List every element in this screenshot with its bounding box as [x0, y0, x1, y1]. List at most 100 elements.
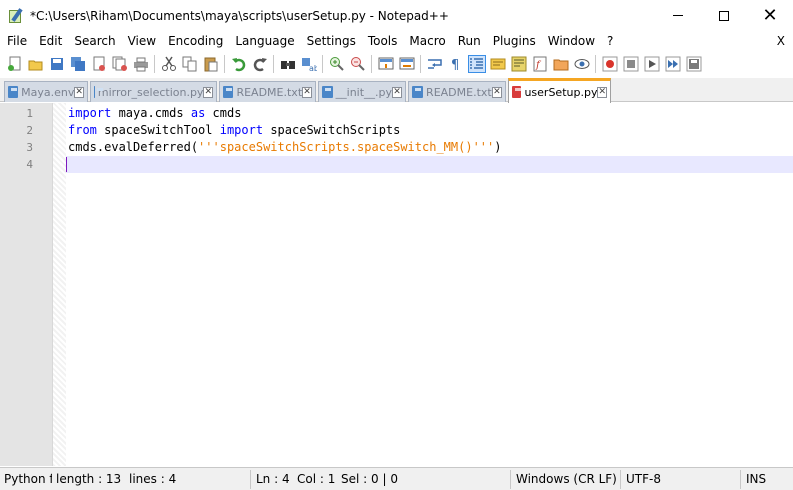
code-text: ) — [494, 140, 502, 154]
toolbar-separator — [371, 54, 372, 73]
play-macro-icon[interactable] — [644, 56, 660, 72]
undo-icon[interactable] — [231, 56, 247, 72]
toolbar-separator — [420, 54, 421, 73]
tab-label: README.txt — [426, 85, 492, 99]
folder-workspace-icon[interactable] — [553, 56, 569, 72]
zoom-out-icon[interactable] — [350, 56, 366, 72]
toolbar-separator — [273, 54, 274, 73]
code-keyword: import — [219, 123, 264, 137]
code-keyword: as — [190, 106, 206, 120]
cut-icon[interactable] — [161, 56, 177, 72]
close-all-icon[interactable] — [112, 56, 128, 72]
document-map-icon[interactable] — [511, 56, 527, 72]
status-length: length : 136 — [56, 472, 122, 486]
tab-readme-1[interactable]: README.txt ✕ — [219, 81, 316, 102]
tab-label: README.txt — [236, 85, 303, 99]
user-language-icon[interactable] — [490, 56, 506, 72]
code-editor[interactable]: 1 2 3 4 import maya.cmds as cmds from sp… — [0, 103, 793, 466]
menu-plugins[interactable]: Plugins — [486, 31, 541, 51]
menu-search[interactable]: Search — [67, 31, 120, 51]
menu-edit[interactable]: Edit — [32, 31, 67, 51]
code-line-current[interactable] — [66, 156, 793, 173]
record-macro-icon[interactable] — [602, 56, 618, 72]
tab-readme-2[interactable]: README.txt ✕ — [408, 81, 506, 102]
menu-run[interactable]: Run — [451, 31, 486, 51]
title-bar: *C:\Users\Riham\Documents\maya\scripts\u… — [0, 0, 793, 31]
close-window-button[interactable]: ✕ — [747, 0, 793, 31]
menu-window[interactable]: Window — [541, 31, 600, 51]
line-number: 2 — [26, 124, 33, 137]
save-icon[interactable] — [49, 56, 65, 72]
file-icon — [412, 86, 424, 98]
toolbar-separator — [224, 54, 225, 73]
indent-guide-icon[interactable] — [467, 54, 486, 73]
menu-language[interactable]: Language — [228, 31, 299, 51]
file-icon — [223, 86, 234, 98]
minimize-button[interactable] — [655, 0, 701, 31]
tab-close-icon[interactable]: ✕ — [74, 86, 84, 98]
close-document-button[interactable]: X — [777, 31, 785, 51]
tab-init-py[interactable]: __init__.py ✕ — [318, 81, 406, 102]
tab-close-icon[interactable]: ✕ — [203, 86, 213, 98]
tab-close-icon[interactable]: ✕ — [597, 86, 607, 98]
code-line[interactable]: from spaceSwitchTool import spaceSwitchS… — [68, 122, 793, 139]
code-line[interactable]: cmds.evalDeferred('''spaceSwitchScripts.… — [68, 139, 793, 156]
code-text: spaceSwitchScripts — [263, 123, 401, 137]
line-number-gutter: 1 2 3 4 — [0, 103, 53, 466]
close-icon[interactable] — [91, 56, 107, 72]
code-line[interactable]: import maya.cmds as cmds — [68, 105, 793, 122]
fold-margin[interactable] — [53, 103, 66, 466]
copy-icon[interactable] — [182, 56, 198, 72]
function-list-icon[interactable]: f — [532, 56, 548, 72]
sync-vertical-icon[interactable] — [378, 56, 394, 72]
menu-macro[interactable]: Macro — [402, 31, 450, 51]
svg-text:ab: ab — [309, 64, 317, 72]
status-encoding[interactable]: UTF-8 — [622, 470, 737, 489]
sync-horizontal-icon[interactable] — [399, 56, 415, 72]
status-eol[interactable]: Windows (CR LF) — [512, 470, 617, 489]
tab-close-icon[interactable]: ✕ — [392, 86, 402, 98]
redo-icon[interactable] — [252, 56, 268, 72]
status-divider — [740, 470, 741, 489]
stop-macro-icon[interactable] — [623, 56, 639, 72]
menu-encoding[interactable]: Encoding — [161, 31, 228, 51]
code-text: cmds — [205, 106, 242, 120]
save-macro-icon[interactable] — [686, 56, 702, 72]
tab-label: mirror_selection.py — [97, 85, 204, 99]
menu-view[interactable]: View — [121, 31, 161, 51]
window-controls: ✕ — [655, 0, 793, 31]
paste-icon[interactable] — [203, 56, 219, 72]
replace-icon[interactable]: ab — [301, 56, 318, 73]
toolbar-separator — [322, 54, 323, 73]
maximize-button[interactable] — [701, 0, 747, 31]
notepad-plus-icon — [8, 7, 24, 24]
status-insert-mode[interactable]: INS — [742, 470, 778, 489]
save-all-icon[interactable] — [70, 56, 86, 72]
monitoring-icon[interactable] — [574, 56, 590, 72]
status-col: Col : 1 — [297, 472, 336, 486]
run-macro-multiple-icon[interactable] — [665, 56, 681, 72]
tab-close-icon[interactable]: ✕ — [491, 86, 502, 98]
tab-label: __init__.py — [335, 85, 393, 99]
menu-help[interactable]: ? — [600, 31, 618, 51]
status-bar: Python fi length : 136 lines : 4 Ln : 4 … — [0, 467, 793, 490]
open-file-icon[interactable] — [28, 56, 44, 72]
zoom-in-icon[interactable] — [329, 56, 345, 72]
menu-settings[interactable]: Settings — [300, 31, 361, 51]
print-icon[interactable] — [133, 56, 149, 72]
menu-file[interactable]: File — [0, 31, 32, 51]
line-number: 3 — [26, 141, 33, 154]
show-all-chars-icon[interactable]: ¶ — [448, 56, 464, 73]
tab-maya-env[interactable]: Maya.env ✕ — [4, 81, 88, 102]
tab-usersetup-py[interactable]: userSetup.py ✕ — [508, 78, 611, 103]
code-string: '''spaceSwitchScripts.spaceSwitch_MM()''… — [198, 140, 495, 154]
tab-close-icon[interactable]: ✕ — [302, 86, 312, 98]
tab-label: Maya.env — [21, 85, 75, 99]
menu-tools[interactable]: Tools — [361, 31, 403, 51]
tab-mirror-selection[interactable]: mirror_selection.py ✕ — [90, 81, 217, 102]
new-file-icon[interactable] — [7, 56, 23, 72]
find-icon[interactable] — [280, 56, 296, 72]
status-file-type: Python fi — [4, 472, 52, 486]
status-divider — [620, 470, 621, 489]
word-wrap-icon[interactable] — [427, 56, 443, 72]
